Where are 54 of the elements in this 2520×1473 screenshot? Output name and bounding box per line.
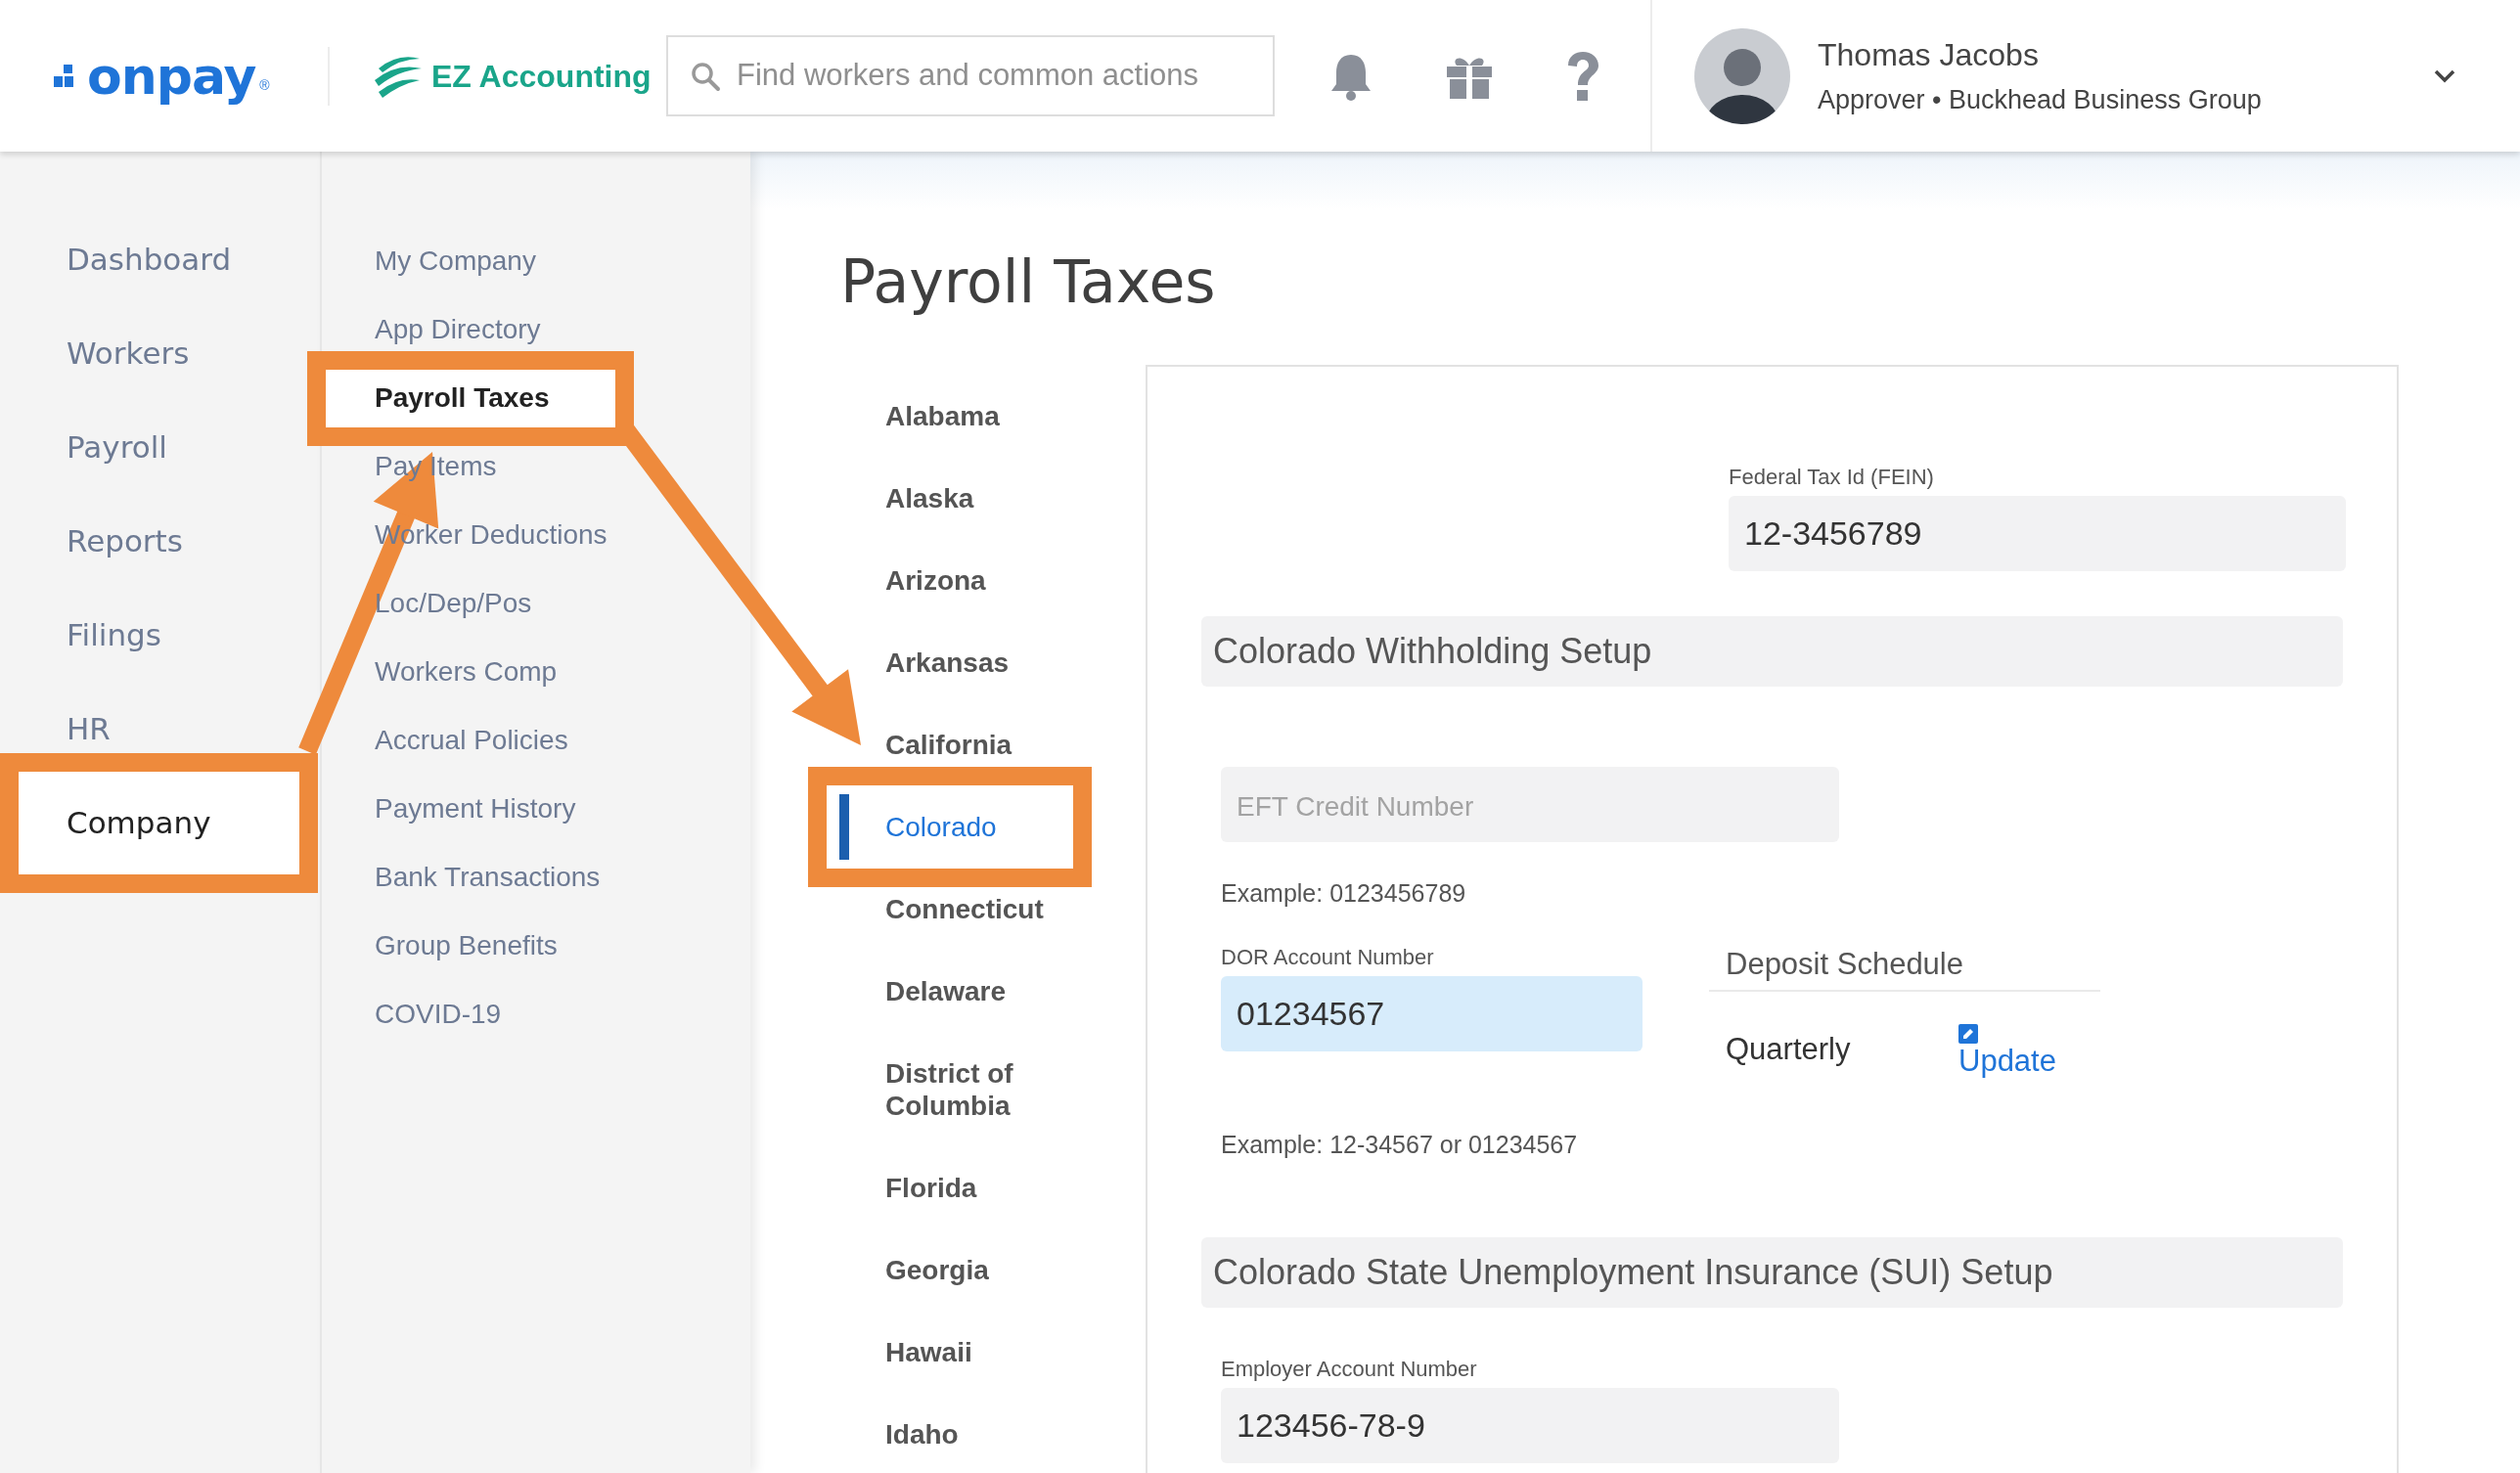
subnav-item[interactable]: Bank Transactions [322,860,750,895]
eft-credit-field[interactable]: EFT Credit Number [1221,767,1839,842]
edit-icon[interactable] [1958,1023,1978,1044]
search-icon [690,60,721,92]
subnav-item[interactable]: App Directory [322,312,750,347]
subnav-item[interactable]: Accrual Policies [322,723,750,758]
subnav-item[interactable]: Workers Comp [322,654,750,690]
state-tab[interactable]: District of Columbia [885,1057,1092,1122]
nav-item[interactable]: Workers [67,334,190,373]
search-field[interactable]: Find workers and common actions [735,52,1251,100]
state-tab[interactable]: Arkansas [885,647,1010,679]
nav-item[interactable]: Reports [67,521,183,560]
state-tab[interactable]: Alaska [885,482,974,514]
subnav-item[interactable]: Group Benefits [322,928,750,963]
deposit-schedule-heading: Deposit Schedule [1709,945,2100,992]
nav-item[interactable]: Payroll [67,427,167,467]
nav-item[interactable]: HR [67,709,111,748]
employer-account-field[interactable]: 123456-78-9 [1221,1388,1839,1463]
state-tab[interactable]: Connecticut [885,893,1044,925]
nav-item[interactable]: Dashboard [67,240,232,279]
subnav-item[interactable]: Loc/Dep/Pos [322,586,750,621]
example-hint: Example: 0123456789 [1221,878,1467,908]
field-label: Federal Tax Id (FEIN) [1729,465,1935,490]
state-tab[interactable]: Hawaii [885,1336,972,1368]
field-label: DOR Account Number [1221,945,1435,970]
subnav-item[interactable]: My Company [322,244,750,279]
app-logo: EZ Accounting [431,57,652,96]
subnav-item[interactable]: COVID-19 [322,997,750,1032]
field-label: Employer Account Number [1221,1357,1478,1382]
nav-item[interactable]: Filings [67,615,161,654]
dor-account-field[interactable]: 01234567 [1221,976,1642,1051]
state-tab[interactable]: Colorado [808,767,1092,887]
chevron-down-icon[interactable] [2432,67,2456,84]
state-tab[interactable]: California [885,729,1012,761]
registered-mark: ® [259,75,270,95]
state-tab[interactable]: Idaho [885,1418,959,1451]
state-tab[interactable]: Arizona [885,564,986,597]
state-tab[interactable]: Florida [885,1172,977,1204]
section-heading: Colorado State Unemployment Insurance (SUI) Setup [1201,1237,2343,1308]
state-tab[interactable]: Alabama [885,400,1000,432]
example-hint: Example: 12-34567 or 01234567 [1221,1130,1579,1159]
page-title: Payroll Taxes [840,247,1217,316]
user-role: Approver • Buckhead Business Group [1818,83,2262,115]
fein-field[interactable]: 12-3456789 [1729,496,2346,571]
state-tab[interactable]: Delaware [885,975,1006,1007]
state-tab[interactable]: Georgia [885,1254,989,1286]
section-heading: Colorado Withholding Setup [1201,616,2343,687]
user-name: Thomas Jacobs [1818,36,2040,74]
deposit-schedule-value: Quarterly [1726,1030,1852,1068]
subnav-item[interactable]: Payment History [322,791,750,826]
update-link[interactable]: Update [1958,1045,2056,1079]
nav-item[interactable]: Company [0,753,318,893]
subnav-item[interactable]: Payroll Taxes [307,351,634,446]
search-box[interactable]: Find workers and common actions [666,35,1275,116]
